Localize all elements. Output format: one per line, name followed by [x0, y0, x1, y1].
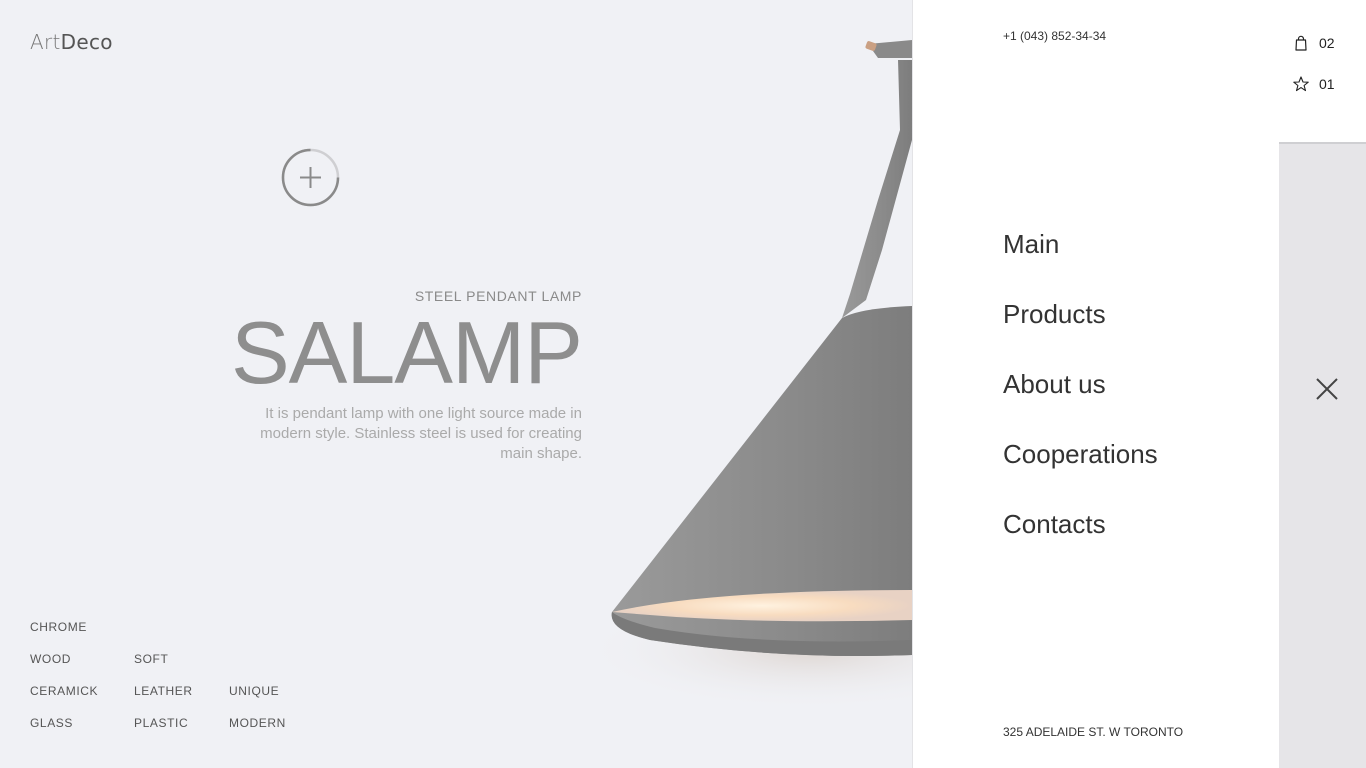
tag-plastic[interactable]: PLASTIC — [134, 716, 188, 730]
phone-number[interactable]: +1 (043) 852-34-34 — [1003, 29, 1106, 43]
counters-box: 02 01 — [1279, 0, 1366, 144]
logo-text-art: Art — [30, 30, 61, 54]
product-subtitle: STEEL PENDANT LAMP — [414, 288, 582, 304]
nav-item-contacts[interactable]: Contacts — [1003, 506, 1158, 576]
nav-item-about-us[interactable]: About us — [1003, 366, 1158, 436]
product-description: It is pendant lamp with one light source… — [260, 405, 582, 462]
close-menu-button[interactable] — [1315, 377, 1339, 401]
hero-section: ArtDeco STEEL PENDANT LAMP SALAMP It is … — [0, 0, 912, 768]
main-nav: Main Products About us Cooperations Cont… — [1003, 226, 1158, 576]
favorites-button[interactable]: 01 — [1293, 76, 1335, 92]
tag-modern[interactable]: MODERN — [229, 716, 286, 730]
tag-leather[interactable]: LEATHER — [134, 684, 193, 698]
lamp-image — [560, 0, 912, 768]
tag-glass[interactable]: GLASS — [30, 716, 73, 730]
plus-circle-icon — [281, 148, 340, 207]
nav-item-products[interactable]: Products — [1003, 296, 1158, 366]
right-strip: 02 01 — [1279, 0, 1366, 768]
nav-item-main[interactable]: Main — [1003, 226, 1158, 296]
tag-ceramick[interactable]: CERAMICK — [30, 684, 98, 698]
menu-panel: +1 (043) 852-34-34 Main Products About u… — [912, 0, 1279, 768]
cart-count: 02 — [1319, 35, 1335, 51]
close-icon — [1316, 378, 1338, 400]
product-title: SALAMP — [230, 303, 583, 402]
tag-unique[interactable]: UNIQUE — [229, 684, 279, 698]
nav-item-cooperations[interactable]: Cooperations — [1003, 436, 1158, 506]
favorites-count: 01 — [1319, 76, 1335, 92]
product-info: STEEL PENDANT LAMP SALAMP It is pendant … — [200, 288, 583, 464]
address: 325 ADELAIDE ST. W TORONTO — [1003, 725, 1184, 739]
tag-wood[interactable]: WOOD — [30, 652, 71, 666]
logo[interactable]: ArtDeco — [30, 30, 113, 54]
tag-chrome[interactable]: CHROME — [30, 620, 87, 634]
cart-button[interactable]: 02 — [1293, 35, 1335, 51]
tag-soft[interactable]: SOFT — [134, 652, 168, 666]
shopping-bag-icon — [1295, 35, 1307, 51]
add-to-cart-button[interactable] — [281, 148, 340, 207]
star-icon — [1293, 76, 1309, 92]
logo-text-deco: Deco — [60, 30, 113, 54]
